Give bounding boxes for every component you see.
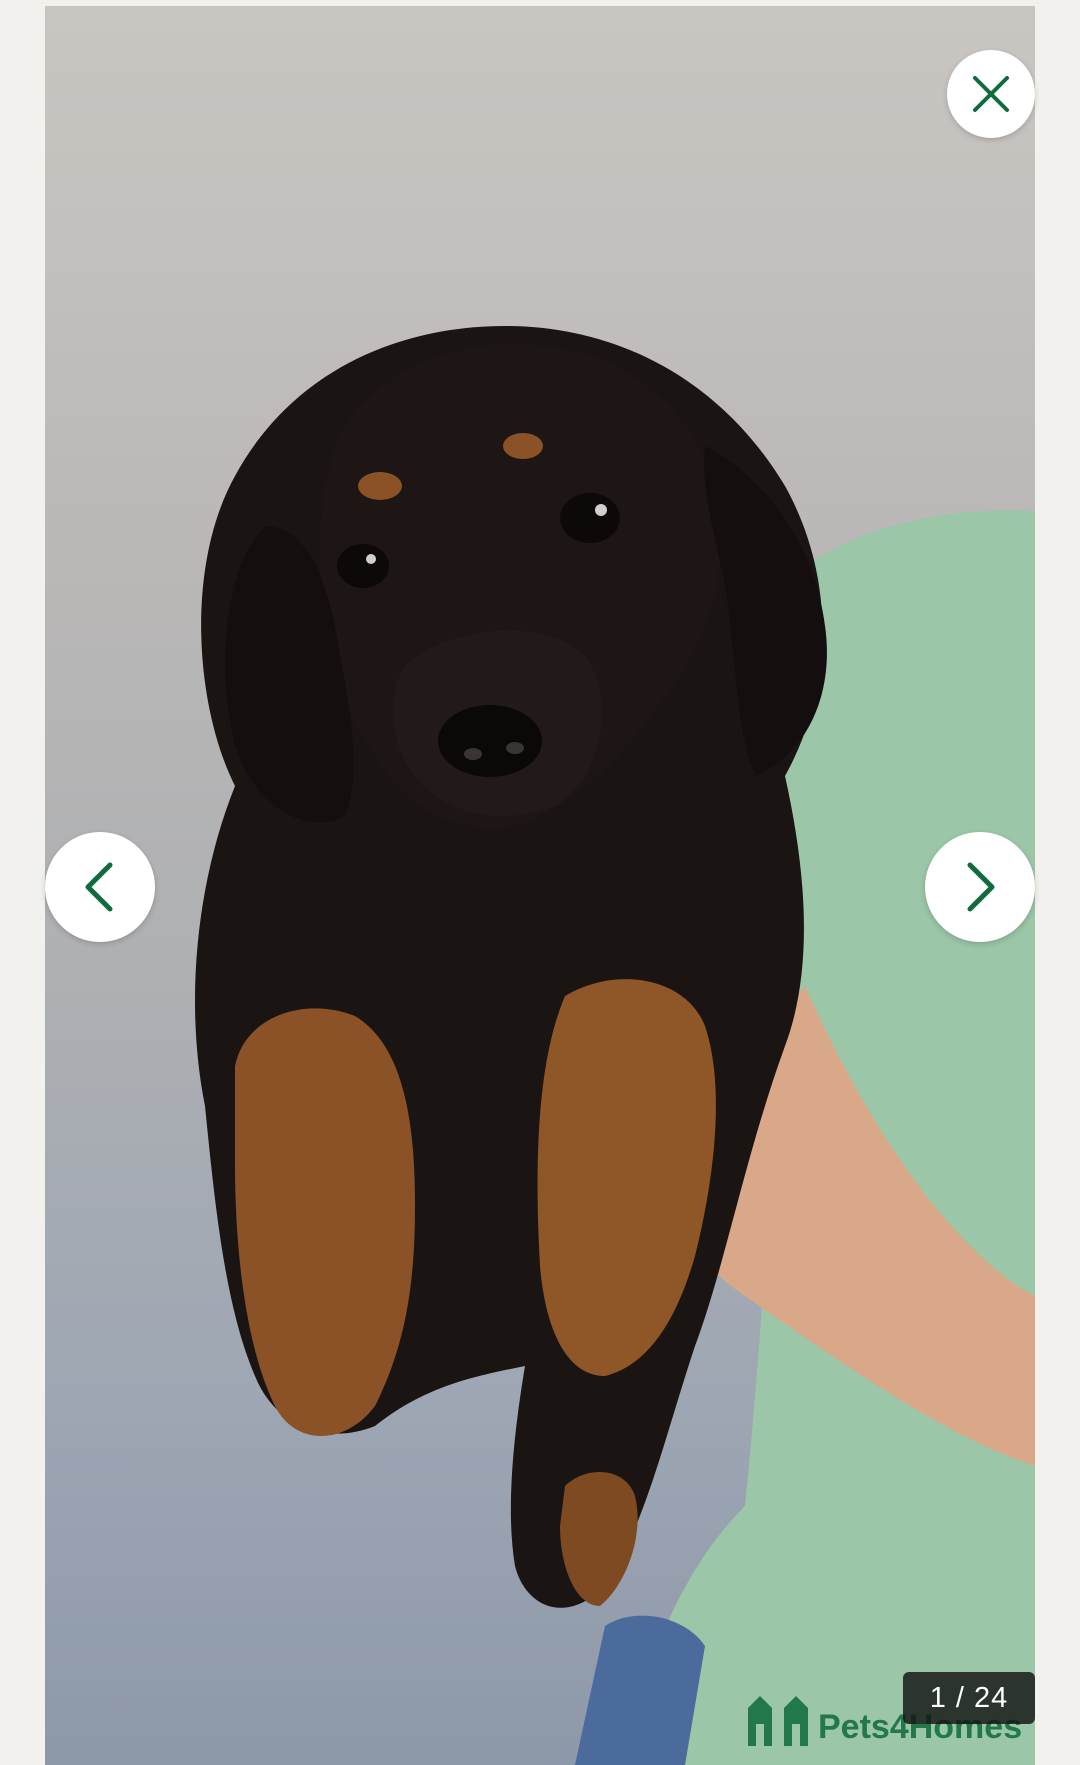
photo-gallery-viewer: Pets4Homes 1 / 24 (0, 0, 1080, 1765)
previous-photo-button[interactable] (45, 832, 155, 942)
chevron-left-icon (85, 862, 113, 912)
chevron-right-icon (967, 862, 995, 912)
gallery-photo: Pets4Homes (45, 6, 1035, 1765)
next-photo-button[interactable] (925, 832, 1035, 942)
photo-counter: 1 / 24 (903, 1672, 1035, 1724)
close-icon (973, 76, 1009, 112)
close-button[interactable] (947, 50, 1035, 138)
puppy-photo-illustration (195, 326, 1035, 1765)
